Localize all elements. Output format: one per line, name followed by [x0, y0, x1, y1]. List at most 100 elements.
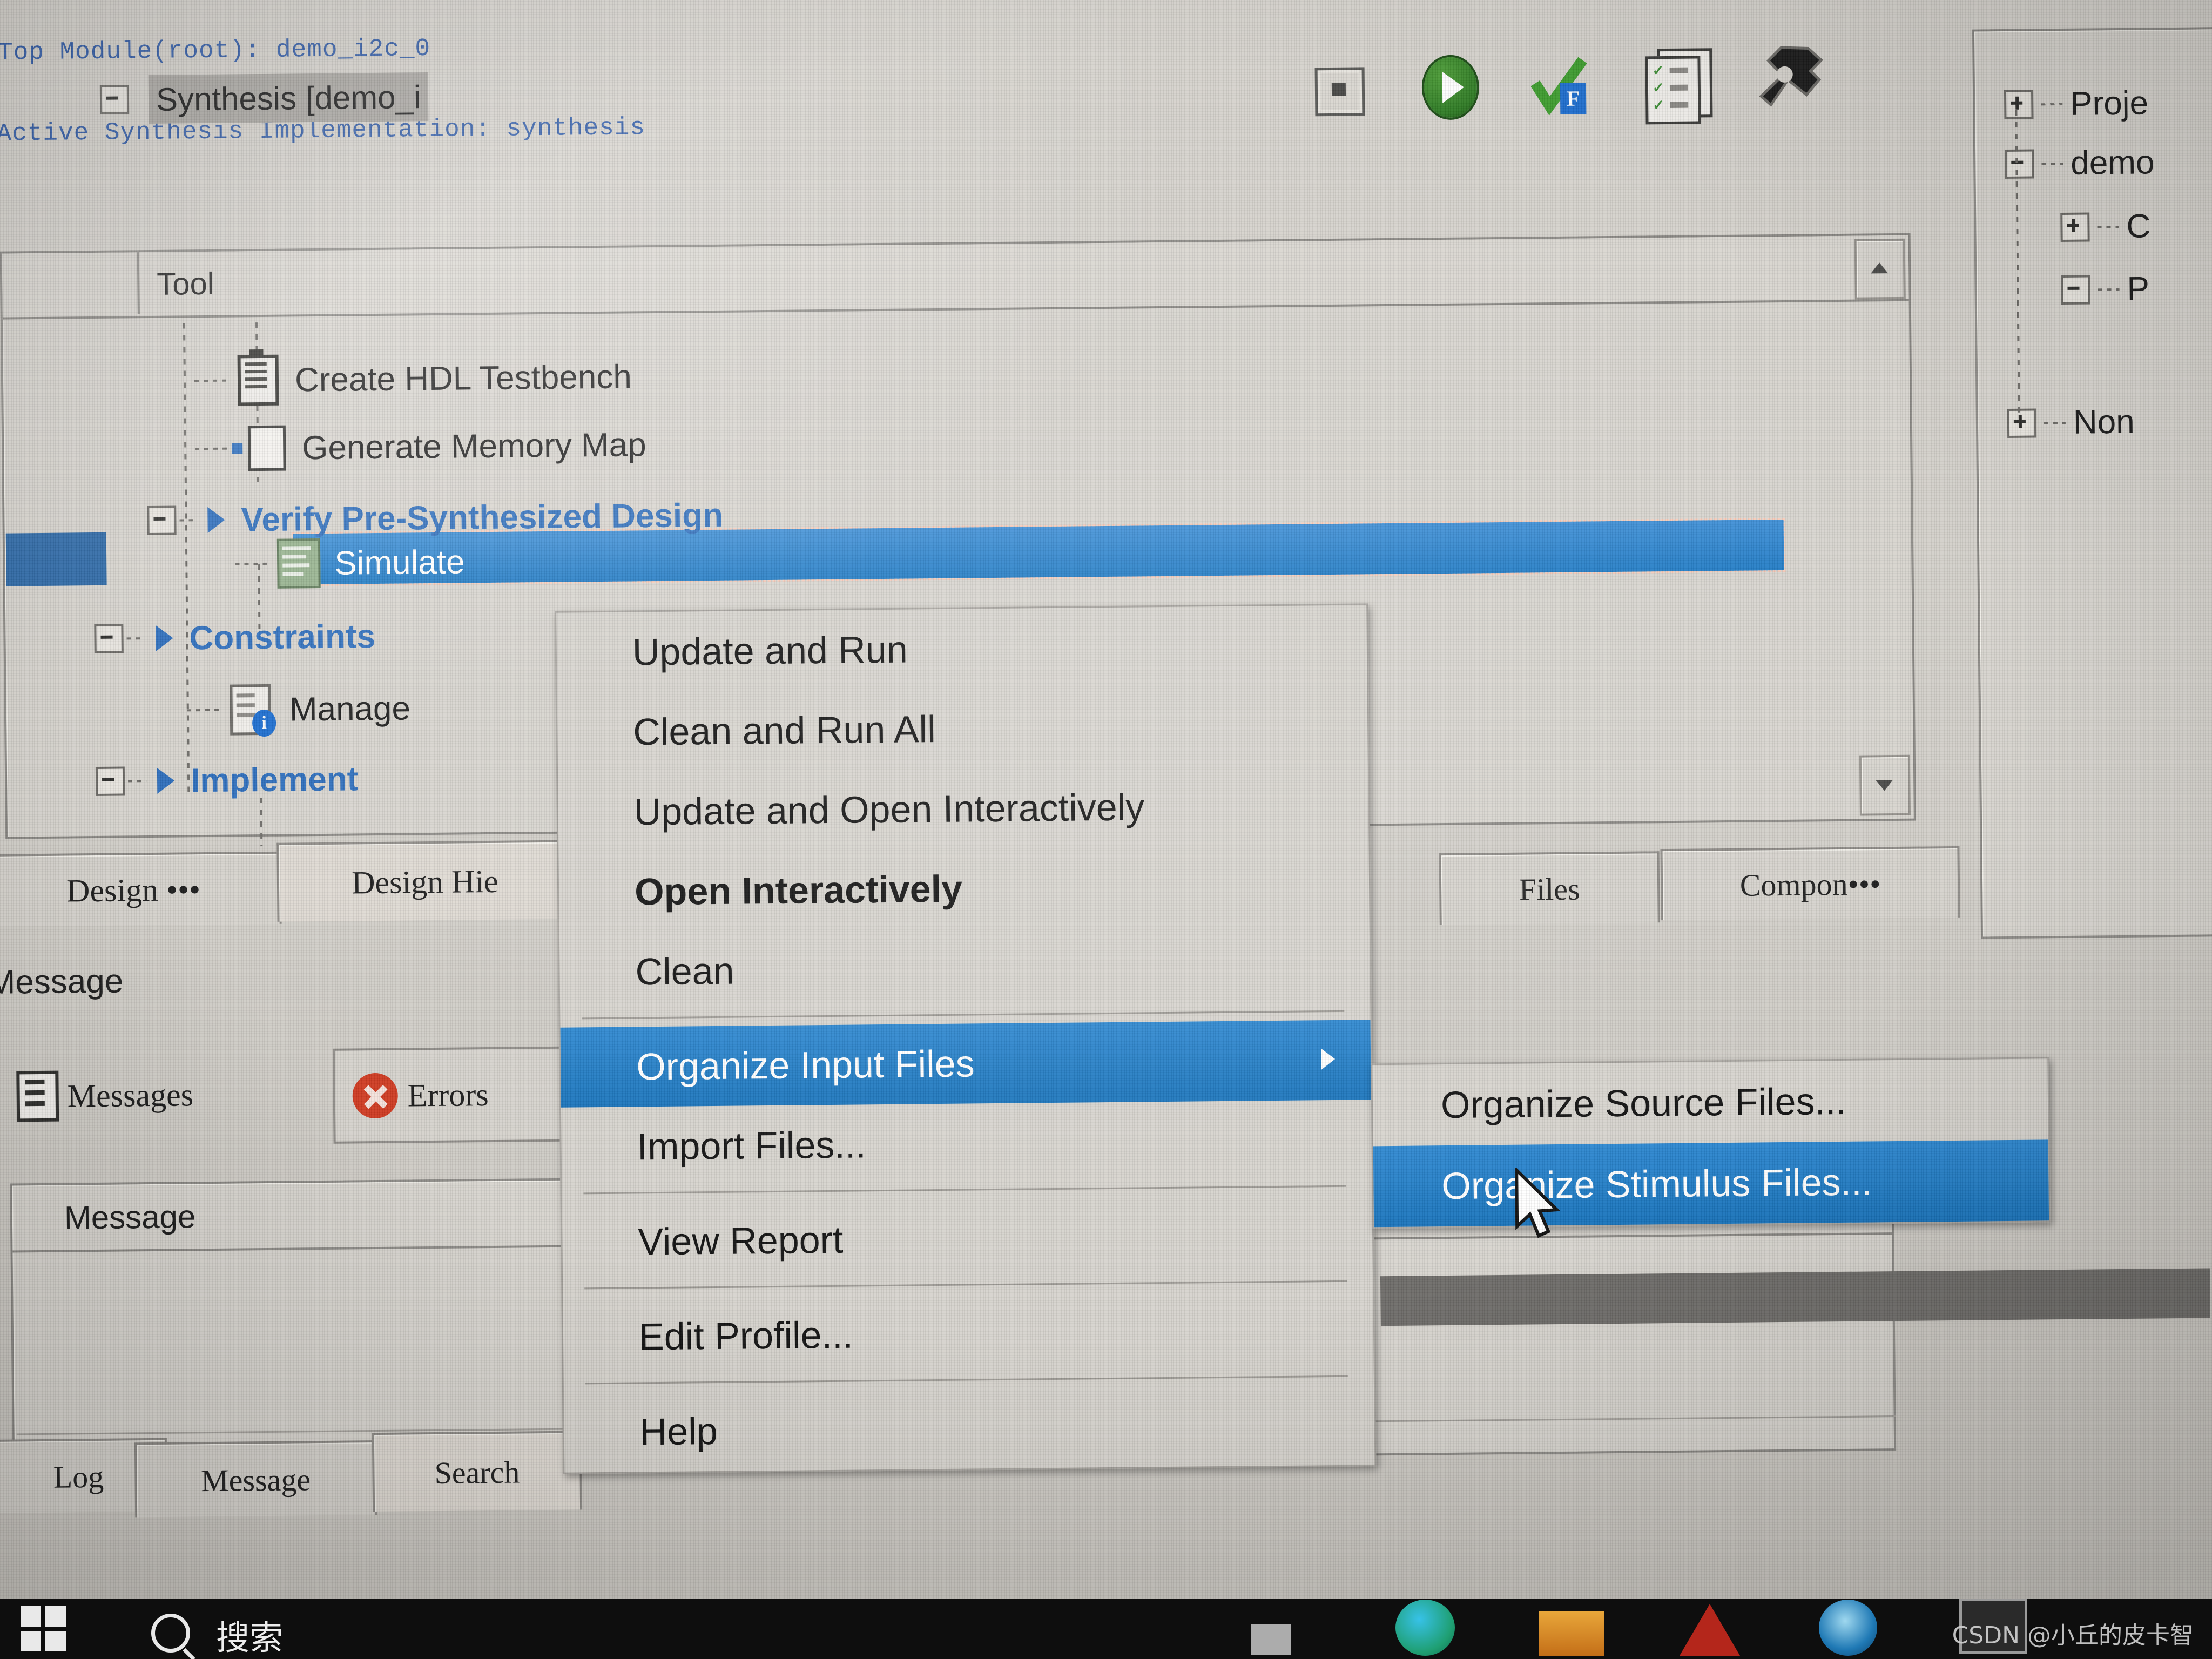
minimize-icon[interactable] [1314, 67, 1365, 117]
tree-row-generate-memory-map[interactable]: Generate Memory Map [195, 415, 646, 478]
menu-separator [583, 1185, 1346, 1197]
menu-item-help[interactable]: Help [564, 1385, 1374, 1472]
reports-panel-title: Reports [1988, 0, 2086, 1]
info-badge-icon: i [252, 709, 276, 737]
menu-item-update-and-open-interactively[interactable]: Update and Open Interactively [558, 765, 1368, 852]
message-row-label: Synthesis [demo_i [156, 78, 421, 118]
tree-connector [126, 637, 145, 640]
tree-row-label: Manage [289, 689, 411, 729]
reports-row-demo[interactable]: demo [2005, 143, 2155, 183]
reports-row-project[interactable]: Proje [2004, 84, 2148, 124]
tree-row-implement[interactable]: Implement [95, 749, 359, 811]
tree-connector [195, 447, 229, 450]
mouse-cursor [1513, 1166, 1566, 1246]
taskbar-search-label[interactable]: 搜索 [216, 1610, 283, 1659]
tree-expander-collapse[interactable] [95, 766, 125, 796]
menu-item-clean-and-run-all[interactable]: Clean and Run All [557, 685, 1368, 772]
tree-row-simulate[interactable]: Simulate [235, 532, 465, 594]
tree-connector [2097, 225, 2119, 228]
verify-check-icon[interactable]: F [1530, 57, 1589, 116]
reports-row-non[interactable]: Non [2007, 403, 2135, 442]
menu-item-update-and-run[interactable]: Update and Run [556, 605, 1367, 692]
submenu-item-organize-stimulus-files[interactable]: Organize Stimulus Files... [1373, 1139, 2049, 1228]
reports-icon[interactable]: ✓ ✓ ✓ [1645, 48, 1713, 125]
tree-row-constraints[interactable]: Constraints [94, 606, 376, 669]
tab-components[interactable]: Compon••• [1660, 846, 1960, 921]
tab-label: Message [200, 1461, 311, 1498]
tree-expander-expand[interactable] [2007, 408, 2037, 438]
messages-list-icon [16, 1070, 59, 1122]
start-button[interactable] [21, 1606, 67, 1653]
submenu-item-organize-source-files[interactable]: Organize Source Files... [1372, 1058, 2048, 1146]
message-row-expander[interactable] [99, 85, 130, 114]
tab-files[interactable]: Files [1439, 851, 1660, 925]
menu-item-clean[interactable]: Clean [559, 925, 1370, 1012]
tool-header-spacer [2, 252, 140, 315]
tab-design[interactable]: Design ••• [0, 851, 282, 927]
selection-gutter [5, 532, 107, 586]
reports-row-label: C [2126, 207, 2151, 245]
tree-bullet-icon [232, 443, 243, 454]
menu-item-organize-input-files[interactable]: Organize Input Files [560, 1020, 1371, 1108]
tab-label: Design ••• [66, 871, 201, 909]
tools-wrench-icon[interactable] [1756, 45, 1827, 119]
menu-item-view-report[interactable]: View Report [562, 1195, 1373, 1282]
menu-item-label: Open Interactively [634, 867, 963, 913]
errors-button[interactable]: Errors [332, 1046, 571, 1144]
menu-separator [582, 1010, 1345, 1022]
simulate-icon [276, 538, 321, 589]
tree-connector [2098, 288, 2120, 291]
scroll-up-button[interactable] [1854, 238, 1906, 300]
menu-item-label: Organize Stimulus Files... [1441, 1161, 1873, 1208]
menu-item-label: Edit Profile... [638, 1313, 854, 1358]
tab-design-hierarchy[interactable]: Design Hie [276, 840, 574, 922]
reports-row-p[interactable]: P [2061, 269, 2149, 309]
reports-row-label: P [2127, 270, 2150, 308]
menu-item-label: Help [639, 1410, 718, 1453]
tree-row-create-hdl-testbench[interactable]: Create HDL Testbench [194, 347, 632, 410]
tab-label: Design Hie [351, 863, 499, 900]
taskbar-app-explorer-icon[interactable] [1251, 1624, 1291, 1655]
watermark: CSDN @小丘的皮卡智 [1952, 1622, 2194, 1649]
tree-row-manage[interactable]: i Manage [186, 678, 410, 740]
search-icon[interactable] [151, 1614, 190, 1653]
tree-expander-expand[interactable] [2060, 212, 2090, 242]
menu-item-label: Clean and Run All [632, 708, 936, 753]
arrow-run-icon [157, 767, 175, 794]
tree-expander-collapse[interactable] [2061, 274, 2090, 305]
taskbar-app-chrome-icon[interactable] [1819, 1600, 1877, 1656]
tool-column-header: Tool [156, 266, 215, 302]
tree-row-label: Create HDL Testbench [294, 358, 632, 399]
tree-expander-collapse[interactable] [147, 505, 177, 536]
scroll-down-button[interactable] [1859, 754, 1911, 816]
screenshot-root: Top Module(root): demo_i2c_0 Active Synt… [0, 0, 2212, 1659]
tree-expander-collapse[interactable] [94, 624, 124, 654]
menu-item-label: View Report [637, 1218, 844, 1263]
reports-row-label: Proje [2069, 84, 2149, 123]
tab-search[interactable]: Search [372, 1431, 583, 1512]
tab-label: Files [1519, 871, 1580, 907]
reports-row-c[interactable]: C [2060, 207, 2151, 246]
taskbar-app-edge-icon[interactable] [1395, 1600, 1455, 1656]
tool-column-header-row: Tool [2, 235, 1909, 320]
menu-item-edit-profile[interactable]: Edit Profile... [563, 1290, 1373, 1377]
menu-item-open-interactively[interactable]: Open Interactively [558, 845, 1369, 932]
tree-row-label: Constraints [189, 617, 376, 657]
run-icon[interactable] [1424, 57, 1478, 118]
tab-label: Search [434, 1454, 520, 1491]
monitor-surface: Top Module(root): demo_i2c_0 Active Synt… [0, 0, 2212, 1659]
taskbar-app-folder-icon[interactable] [1539, 1611, 1604, 1656]
messages-button[interactable]: Messages [16, 1069, 193, 1122]
tree-expander-expand[interactable] [2004, 89, 2034, 119]
tab-message[interactable]: Message [134, 1440, 377, 1518]
tree-connector [194, 379, 228, 382]
taskbar-app-acrobat-icon[interactable] [1680, 1604, 1740, 1656]
clipboard-icon [237, 354, 279, 406]
tree-expander-collapse[interactable] [2005, 149, 2034, 179]
message-section-heading: Message [0, 962, 124, 1001]
message-row-synthesis[interactable]: Synthesis [demo_i [148, 72, 429, 124]
menu-item-import-files[interactable]: Import Files... [561, 1100, 1372, 1187]
top-module-label: Top Module(root): demo_i2c_0 [0, 34, 431, 67]
tree-connector [2044, 421, 2066, 424]
reports-panel: Reports Proje demo C P [1955, 0, 2212, 950]
